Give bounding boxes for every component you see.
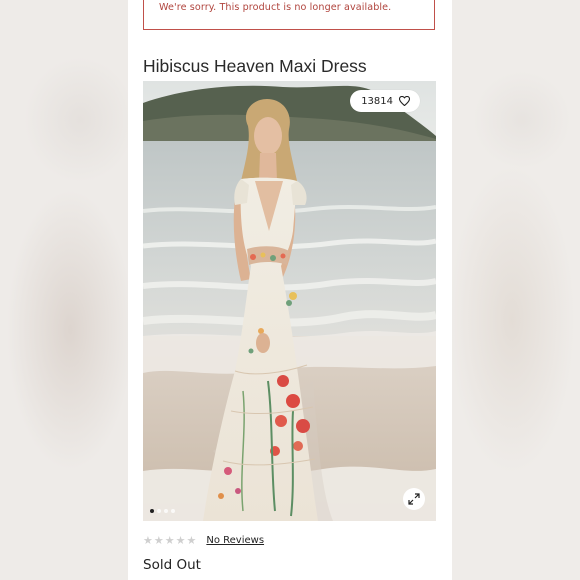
gallery-dot[interactable]	[150, 509, 154, 513]
likes-badge[interactable]: 13814	[350, 90, 420, 112]
star-icon: ★	[186, 534, 197, 547]
alert-message: We're sorry. This product is no longer a…	[159, 2, 392, 13]
star-icon: ★	[143, 534, 153, 547]
gallery-dot[interactable]	[171, 509, 175, 513]
rating-row: ★ ★ ★ ★ ★ No Reviews	[143, 535, 264, 546]
gallery-dots	[150, 509, 175, 513]
product-image[interactable]: 13814	[143, 81, 436, 521]
expand-image-button[interactable]	[403, 488, 425, 510]
background-blur-left	[0, 0, 128, 580]
star-icon: ★	[164, 534, 175, 547]
availability-status: Sold Out	[143, 557, 201, 573]
product-title: Hibiscus Heaven Maxi Dress	[143, 56, 367, 76]
gallery-dot[interactable]	[164, 509, 168, 513]
product-panel: We're sorry. This product is no longer a…	[128, 0, 452, 580]
unavailable-alert: We're sorry. This product is no longer a…	[143, 0, 435, 30]
product-photo	[143, 81, 436, 521]
star-icon: ★	[175, 534, 186, 547]
star-rating: ★ ★ ★ ★ ★	[143, 535, 196, 546]
background-blur-right	[452, 0, 580, 580]
heart-icon[interactable]	[399, 96, 410, 106]
expand-icon	[408, 493, 420, 505]
likes-count: 13814	[361, 95, 393, 107]
no-reviews-link[interactable]: No Reviews	[206, 535, 264, 546]
star-icon: ★	[153, 534, 164, 547]
gallery-dot[interactable]	[157, 509, 161, 513]
